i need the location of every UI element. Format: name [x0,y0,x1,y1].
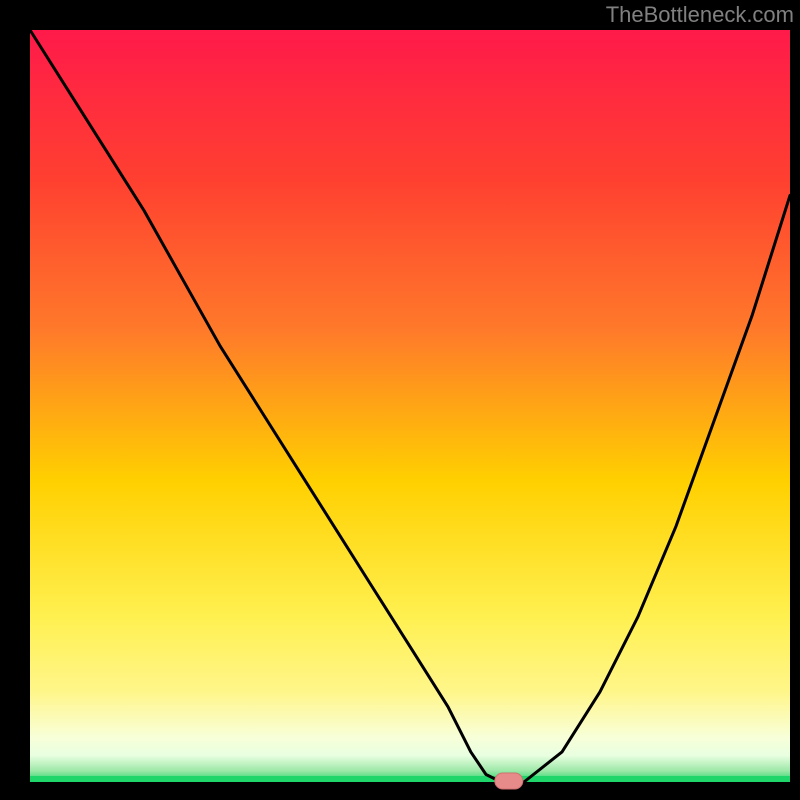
optimum-marker [495,773,523,789]
baseline-strip [30,776,790,782]
plot-area [30,30,790,782]
x-axis-bar [0,782,800,800]
bottleneck-chart [0,0,800,800]
watermark-text: TheBottleneck.com [606,2,794,28]
chart-container: TheBottleneck.com [0,0,800,800]
